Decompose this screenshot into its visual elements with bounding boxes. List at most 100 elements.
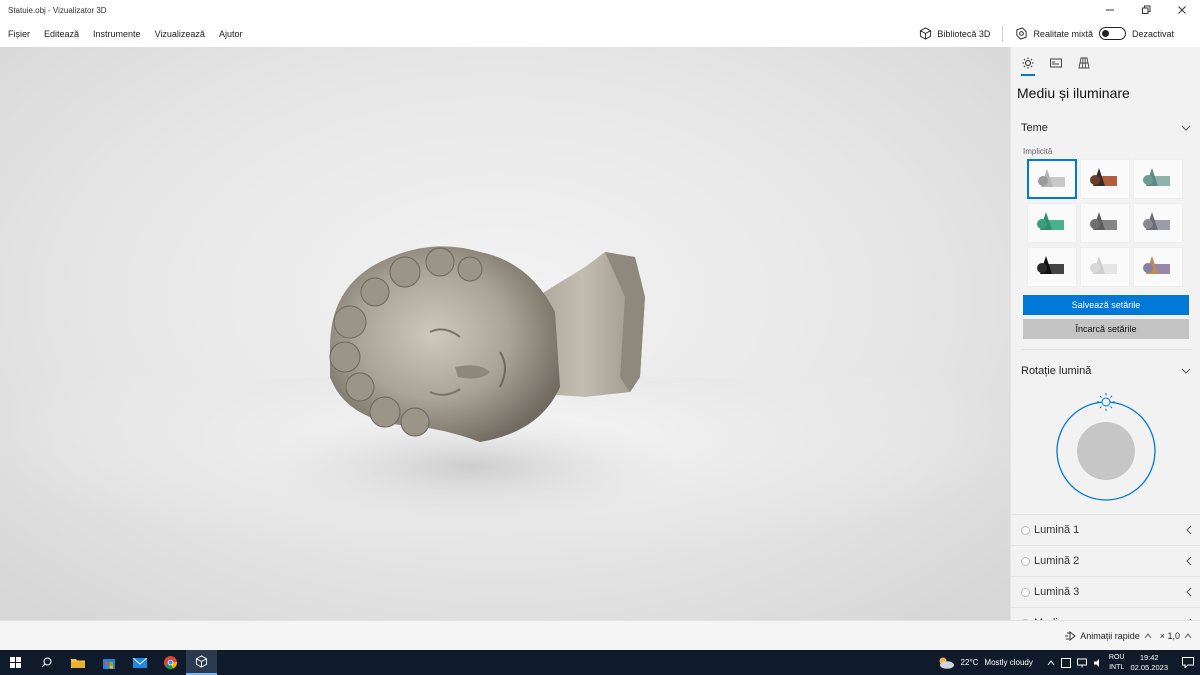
light-rotation-label: Rotație lumină <box>1021 365 1092 377</box>
panel-tabs <box>1011 47 1200 76</box>
theme-preview-icon <box>1090 168 1117 186</box>
menu-tools[interactable]: Instrumente <box>86 29 148 39</box>
weather-temp[interactable]: 22°C <box>961 658 979 667</box>
toggle-state-label: Dezactivat <box>1131 28 1174 39</box>
restore-button[interactable] <box>1128 0 1164 20</box>
clock-date: 02.05.2023 <box>1130 662 1168 672</box>
themes-section-header[interactable]: Teme <box>1011 113 1200 143</box>
language-indicator[interactable]: ROU INTL <box>1109 653 1125 673</box>
store-icon <box>102 658 115 669</box>
search-button[interactable] <box>31 650 62 675</box>
close-icon <box>1178 6 1186 14</box>
themes-grid <box>1011 159 1200 287</box>
3d-library-label: Bibliotecă 3D <box>937 28 991 39</box>
cube-icon <box>920 27 932 40</box>
grid-icon <box>1078 57 1090 69</box>
theme-thumbnail-green[interactable] <box>1027 203 1077 243</box>
tab-grid[interactable] <box>1075 54 1093 72</box>
menu-divider <box>1002 25 1004 42</box>
load-settings-button[interactable]: Încarcă setările <box>1023 319 1189 339</box>
chevron-down-icon <box>1180 122 1192 134</box>
chevron-up-icon[interactable] <box>1047 659 1055 666</box>
light-indicator <box>1021 556 1030 566</box>
theme-thumbnail-teal[interactable] <box>1133 159 1183 199</box>
volume-icon[interactable] <box>1093 658 1103 668</box>
chrome-icon <box>164 656 177 669</box>
menu-view[interactable]: Vizualizează <box>148 29 212 39</box>
light-row-2[interactable]: Lumină 2 <box>1011 545 1200 576</box>
light-rotation-section-header[interactable]: Rotație lumină <box>1011 356 1200 386</box>
light-row-4[interactable]: Mediu <box>1011 607 1200 620</box>
theme-thumbnail-copper[interactable] <box>1133 247 1183 287</box>
chevron-down-icon <box>1180 365 1192 377</box>
notifications-icon[interactable] <box>1182 657 1194 668</box>
menu-edit[interactable]: Editează <box>37 29 86 39</box>
light-row-3[interactable]: Lumină 3 <box>1011 576 1200 607</box>
close-button[interactable] <box>1164 0 1200 20</box>
light-row-1[interactable]: Lumină 1 <box>1011 514 1200 545</box>
search-icon <box>41 657 52 668</box>
theme-preview-icon <box>1037 256 1064 274</box>
mixed-reality-toggle[interactable] <box>1098 27 1126 40</box>
window-title: Statuie.obj - Vizualizator 3D <box>8 5 107 15</box>
tab-stats[interactable] <box>1047 54 1065 72</box>
quick-animations-button[interactable]: Animații rapide <box>1064 630 1152 641</box>
light-label: Lumină 1 <box>1034 524 1080 536</box>
light-label: Lumină 3 <box>1034 586 1080 598</box>
mixed-reality-icon <box>1016 27 1028 40</box>
3d-viewport[interactable] <box>0 47 1010 620</box>
file-explorer-button[interactable] <box>62 650 93 675</box>
menu-help[interactable]: Ajutor <box>212 29 250 39</box>
mail-icon <box>132 657 147 668</box>
section-divider <box>1021 349 1192 350</box>
title-bar: Statuie.obj - Vizualizator 3D <box>0 0 1200 20</box>
speed-label: × 1,0 <box>1159 630 1180 641</box>
clock[interactable]: 19:42 02.05.2023 <box>1130 653 1168 673</box>
sun-icon <box>1022 57 1034 69</box>
weather-text[interactable]: Mostly cloudy <box>984 658 1032 667</box>
theme-thumbnail-black[interactable] <box>1027 247 1077 287</box>
tray-app-icon[interactable] <box>1060 657 1071 668</box>
chevron-left-icon <box>1186 525 1192 535</box>
theme-thumbnail-white[interactable] <box>1080 247 1130 287</box>
weather-cloud-icon <box>939 657 954 669</box>
minimize-icon <box>1106 9 1114 11</box>
save-settings-button[interactable]: Salvează setările <box>1023 295 1189 315</box>
statue-head-model[interactable] <box>0 47 1010 620</box>
theme-thumbnail-gray[interactable] <box>1080 203 1130 243</box>
taskbar: 22°C Mostly cloudy ROU INTL 19:42 02.05.… <box>0 650 1200 675</box>
light-rotation-dial[interactable] <box>1011 386 1200 508</box>
store-button[interactable] <box>93 650 124 675</box>
theme-thumbnail-default[interactable] <box>1027 159 1077 199</box>
mixed-reality-button[interactable]: Realitate mixtă <box>1015 27 1093 40</box>
tab-environment-lighting[interactable] <box>1019 54 1037 76</box>
network-icon[interactable] <box>1076 658 1087 668</box>
speed-control[interactable]: × 1,0 <box>1160 631 1192 641</box>
system-tray: 22°C Mostly cloudy ROU INTL 19:42 02.05.… <box>937 653 1200 673</box>
3d-viewer-taskbar-button[interactable] <box>186 650 217 675</box>
chevron-left-icon <box>1186 556 1192 566</box>
mixed-reality-label: Realitate mixtă <box>1033 28 1093 39</box>
theme-preview-icon <box>1037 212 1064 230</box>
themes-section-label: Teme <box>1021 122 1048 134</box>
quick-animations-label: Animații rapide <box>1080 630 1140 641</box>
minimize-button[interactable] <box>1092 0 1128 20</box>
themes-subheading: Implicită <box>1023 147 1053 156</box>
theme-thumbnail-slate[interactable] <box>1133 203 1183 243</box>
light-indicator <box>1021 525 1030 535</box>
chevron-up-icon <box>1144 632 1152 638</box>
restore-icon <box>1142 5 1151 14</box>
animation-icon <box>1065 630 1076 641</box>
status-bar: Animații rapide × 1,0 <box>0 620 1200 650</box>
environment-panel: Mediu și iluminare Teme Implicită Salvea… <box>1010 47 1200 620</box>
3d-library-button[interactable]: Bibliotecă 3D <box>919 27 990 40</box>
start-button[interactable] <box>0 650 31 675</box>
mail-button[interactable] <box>124 650 155 675</box>
theme-preview-icon <box>1143 212 1170 230</box>
light-label: Lumină 2 <box>1034 555 1080 567</box>
menu-file[interactable]: Fișier <box>0 29 37 39</box>
theme-thumbnail-brown[interactable] <box>1080 159 1130 199</box>
panel-title: Mediu și iluminare <box>1017 85 1130 101</box>
chrome-button[interactable] <box>155 650 186 675</box>
folder-icon <box>70 659 85 668</box>
